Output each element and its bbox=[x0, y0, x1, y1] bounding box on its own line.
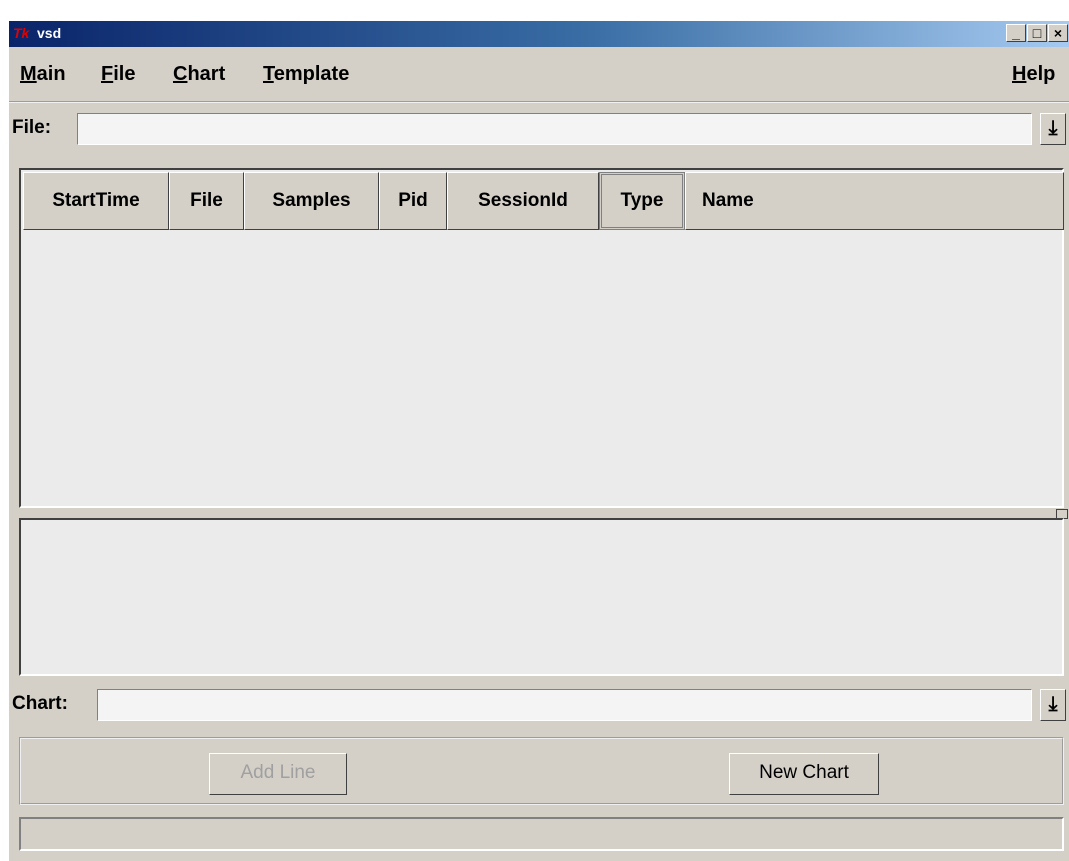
title-bar[interactable]: Tk vsd _ □ × bbox=[9, 21, 1069, 47]
chart-dropdown-icon[interactable]: ⤓ bbox=[1040, 689, 1066, 721]
close-button[interactable]: × bbox=[1048, 24, 1068, 42]
button-bar: Add Line New Chart bbox=[19, 737, 1064, 805]
app-window: Tk vsd _ □ × Main File Chart Template He… bbox=[8, 21, 1069, 861]
menu-file[interactable]: File bbox=[101, 63, 135, 86]
file-label: File: bbox=[12, 117, 52, 138]
sessions-table[interactable]: StartTime File Samples Pid SessionId Typ… bbox=[19, 168, 1064, 508]
chart-combobox-input[interactable] bbox=[97, 689, 1032, 721]
minimize-button[interactable]: _ bbox=[1006, 24, 1026, 42]
col-header-sessionid[interactable]: SessionId bbox=[447, 172, 599, 230]
menu-template[interactable]: Template bbox=[263, 63, 349, 86]
window-controls: _ □ × bbox=[1006, 24, 1068, 42]
chart-label: Chart: bbox=[12, 693, 68, 714]
col-header-samples[interactable]: Samples bbox=[244, 172, 379, 230]
col-header-file[interactable]: File bbox=[169, 172, 244, 230]
col-header-pid[interactable]: Pid bbox=[379, 172, 447, 230]
file-combobox-input[interactable] bbox=[77, 113, 1032, 145]
status-bar bbox=[19, 817, 1064, 851]
col-header-type[interactable]: Type bbox=[599, 172, 685, 230]
chart-row: Chart: ⤓ bbox=[9, 683, 1069, 723]
tk-app-icon: Tk bbox=[13, 25, 30, 41]
file-dropdown-icon[interactable]: ⤓ bbox=[1040, 113, 1066, 145]
window-title: vsd bbox=[37, 25, 62, 41]
col-header-name[interactable]: Name bbox=[685, 172, 1064, 230]
add-line-button[interactable]: Add Line bbox=[209, 753, 347, 795]
new-chart-button[interactable]: New Chart bbox=[729, 753, 879, 795]
file-row: File: ⤓ bbox=[9, 107, 1069, 147]
col-header-starttime[interactable]: StartTime bbox=[23, 172, 169, 230]
menu-bar: Main File Chart Template Help bbox=[9, 47, 1069, 103]
menu-help[interactable]: Help bbox=[1012, 63, 1055, 86]
table-header: StartTime File Samples Pid SessionId Typ… bbox=[23, 172, 1064, 230]
menu-main[interactable]: Main bbox=[20, 63, 66, 86]
menu-chart[interactable]: Chart bbox=[173, 63, 225, 86]
maximize-button[interactable]: □ bbox=[1027, 24, 1047, 42]
stats-list-pane[interactable] bbox=[19, 518, 1064, 676]
